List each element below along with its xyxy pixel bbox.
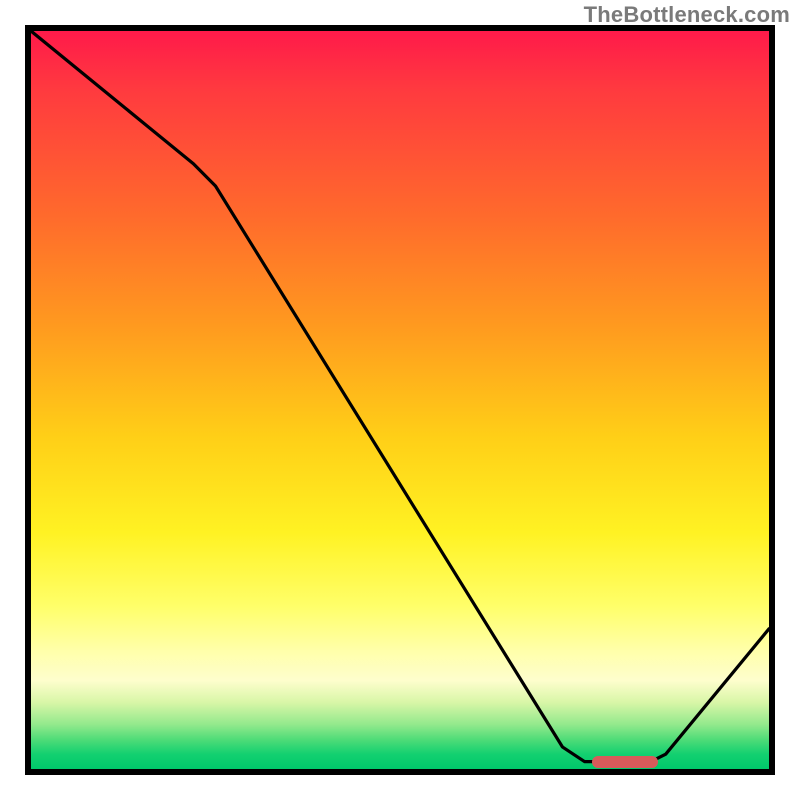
- plot-area: [25, 25, 775, 775]
- bottleneck-curve: [31, 31, 769, 769]
- chart-container: TheBottleneck.com: [0, 0, 800, 800]
- optimal-range-marker: [592, 756, 658, 768]
